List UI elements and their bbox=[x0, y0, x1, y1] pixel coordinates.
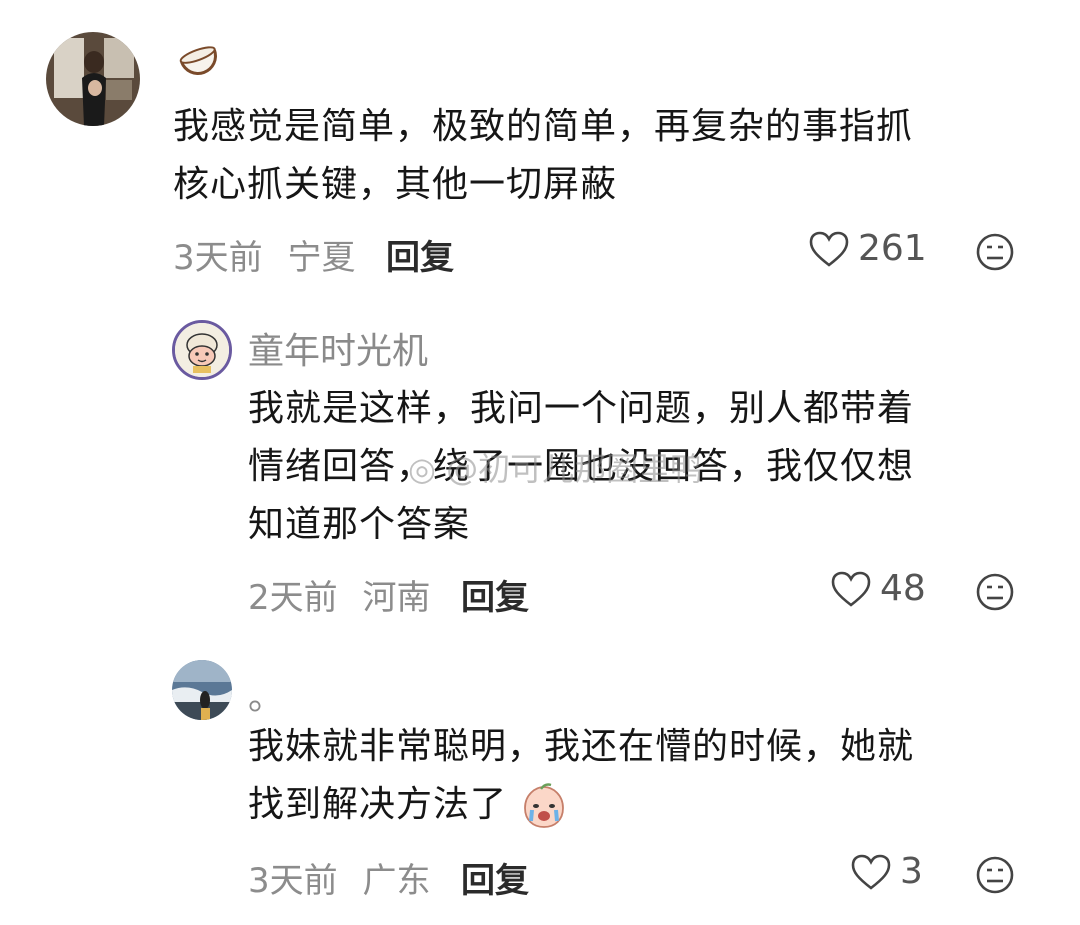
comment-text: 我妹就非常聪明，我还在懵的时候，她就 找到解决方法了 bbox=[248, 718, 1028, 834]
comment-thread: 我感觉是简单，极致的简单，再复杂的事指抓 核心抓关键，其他一切屏蔽 3天前 宁夏… bbox=[0, 0, 1080, 925]
comment-meta: 3天前 宁夏 bbox=[173, 230, 369, 279]
avatar[interactable] bbox=[46, 32, 140, 126]
watermark: ◎ @初可儿那圈里鸭 bbox=[408, 450, 703, 488]
comment-meta: 2天前 河南 bbox=[248, 570, 444, 619]
comment-text: 我感觉是简单，极致的简单，再复杂的事指抓 核心抓关键，其他一切屏蔽 bbox=[173, 106, 914, 205]
comment-time: 3天前 bbox=[248, 861, 338, 901]
heart-icon bbox=[831, 571, 871, 607]
dislike-button[interactable] bbox=[975, 855, 1015, 899]
like-button[interactable]: 48 bbox=[830, 568, 926, 609]
avatar[interactable] bbox=[172, 660, 232, 720]
weibo-icon: ◎ bbox=[408, 450, 436, 488]
reply-button[interactable]: 回复 bbox=[461, 853, 529, 902]
comment-location: 宁夏 bbox=[287, 238, 356, 278]
heart-icon bbox=[809, 231, 849, 267]
dislike-face-icon bbox=[976, 573, 1014, 611]
dislike-button[interactable] bbox=[975, 572, 1015, 616]
like-button[interactable]: 3 bbox=[850, 851, 923, 892]
comment-location: 河南 bbox=[362, 578, 431, 618]
crying-peach-emoji bbox=[519, 781, 569, 831]
reply-button[interactable]: 回复 bbox=[461, 570, 529, 619]
comment-location: 广东 bbox=[362, 861, 431, 901]
dislike-button[interactable] bbox=[975, 232, 1015, 276]
reply-button[interactable]: 回复 bbox=[386, 230, 454, 279]
avatar[interactable] bbox=[172, 320, 232, 380]
coconut-icon bbox=[175, 34, 221, 80]
username[interactable]: 。 bbox=[248, 668, 284, 720]
comment-meta: 3天前 广东 bbox=[248, 853, 444, 902]
like-count: 261 bbox=[858, 228, 927, 269]
like-count: 48 bbox=[880, 568, 926, 609]
comment-time: 3天前 bbox=[173, 238, 263, 278]
dislike-face-icon bbox=[976, 856, 1014, 894]
comment-time: 2天前 bbox=[248, 578, 338, 618]
heart-icon bbox=[851, 854, 891, 890]
dislike-face-icon bbox=[976, 233, 1014, 271]
like-button[interactable]: 261 bbox=[808, 228, 927, 269]
username[interactable]: 童年时光机 bbox=[248, 322, 428, 374]
like-count: 3 bbox=[900, 851, 923, 892]
